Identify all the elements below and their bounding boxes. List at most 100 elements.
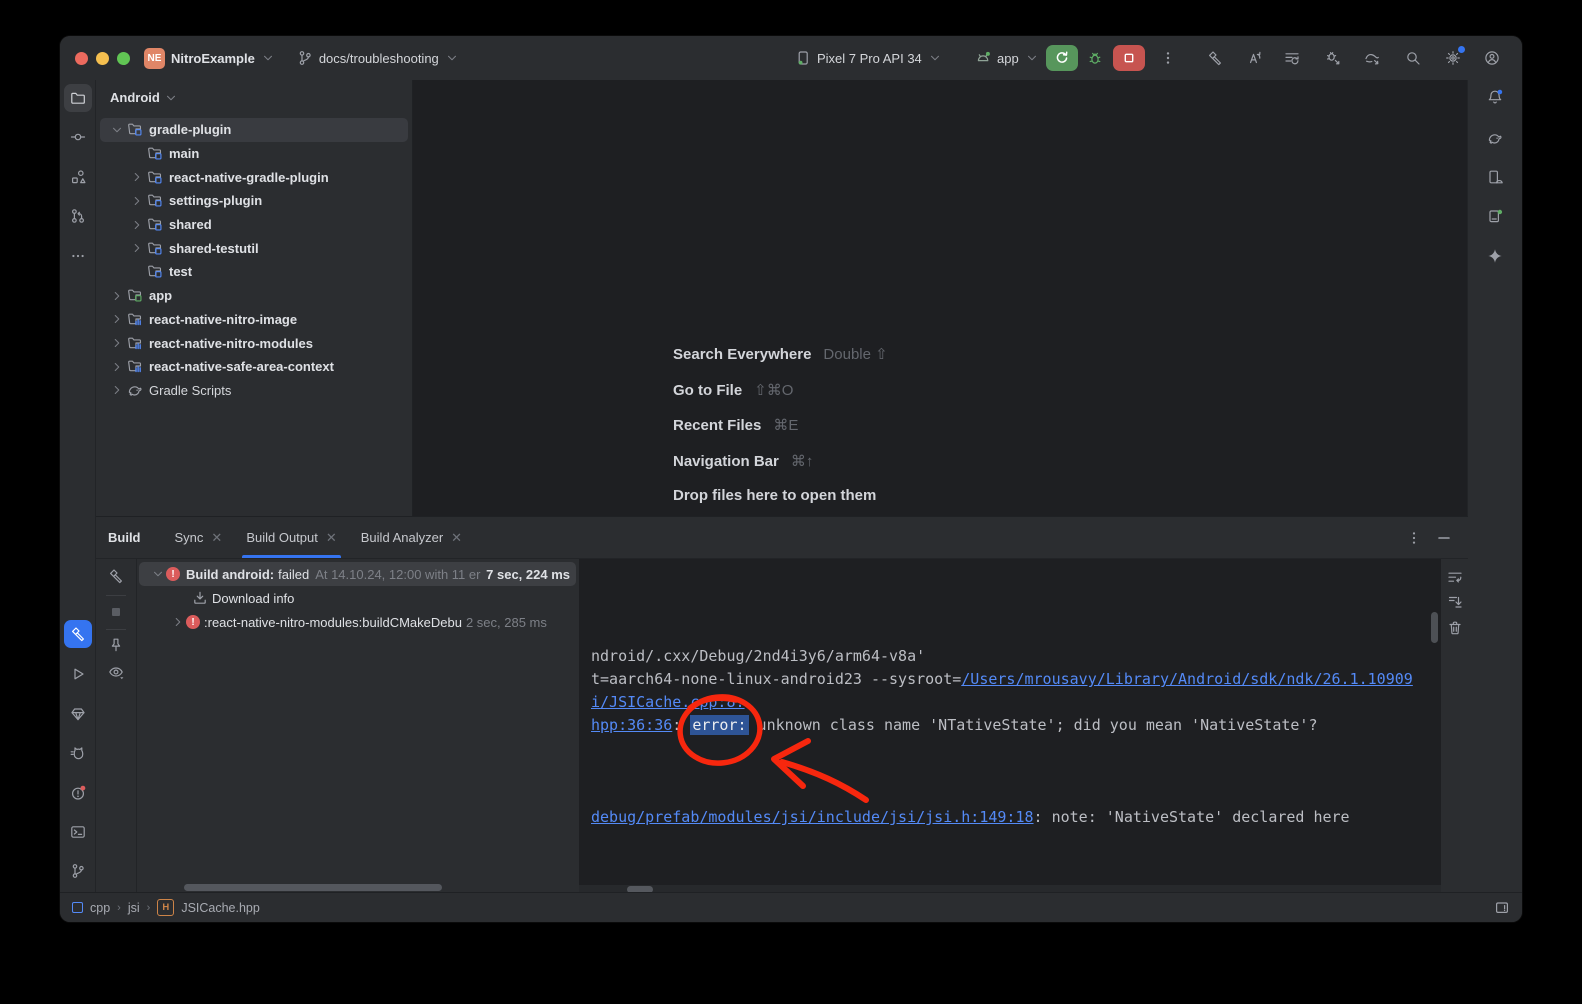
rerun-button[interactable] <box>1046 45 1078 71</box>
maximize-window-button[interactable] <box>117 52 130 65</box>
tab-build-analyzer[interactable]: Build Analyzer ✕ <box>349 517 474 558</box>
tree-item-settings-plugin[interactable]: settings-plugin <box>100 189 408 213</box>
clear-console-button[interactable] <box>1445 618 1465 638</box>
close-tab-icon[interactable]: ✕ <box>451 530 462 546</box>
running-devices-button[interactable] <box>1481 202 1509 230</box>
build-project-button[interactable] <box>1201 44 1229 72</box>
tool-structure-button[interactable] <box>64 163 92 191</box>
close-window-button[interactable] <box>75 52 88 65</box>
minimize-window-button[interactable] <box>96 52 109 65</box>
android-head-icon <box>975 50 991 66</box>
view-options-button[interactable] <box>103 659 129 685</box>
account-button[interactable] <box>1478 44 1506 72</box>
tree-item-shared[interactable]: shared <box>100 213 408 237</box>
debug-button[interactable] <box>1081 44 1109 72</box>
gradle-panel-button[interactable] <box>1481 124 1509 152</box>
branch-name: docs/troubleshooting <box>319 51 439 66</box>
rerun-build-button[interactable] <box>103 563 129 589</box>
download-info-row[interactable]: Download info <box>139 586 576 610</box>
chevron-down-icon <box>164 91 178 105</box>
toolbar-divider <box>106 595 126 596</box>
apply-changes-button[interactable] <box>1240 44 1268 72</box>
hide-panel-icon[interactable] <box>1436 530 1452 546</box>
tree-item-test[interactable]: test <box>100 260 408 284</box>
project-name: NitroExample <box>171 51 255 66</box>
tool-commit-button[interactable] <box>64 123 92 151</box>
profiler-icon <box>1364 50 1380 66</box>
chevron-right-icon <box>110 312 124 326</box>
event-log-button[interactable] <box>1494 900 1510 916</box>
build-header: Build Sync ✕ Build Output ✕ Build Analyz… <box>96 517 1468 559</box>
vcs-branch-widget[interactable]: docs/troubleshooting <box>297 50 459 66</box>
right-tool-strip <box>1467 80 1522 893</box>
tool-build-button[interactable] <box>64 620 92 648</box>
more-actions-button[interactable] <box>1154 44 1182 72</box>
build-toolbar <box>96 559 137 894</box>
tool-problems-button[interactable] <box>64 779 92 807</box>
sync-project-button[interactable] <box>1278 44 1306 72</box>
git-branch-icon <box>70 863 86 879</box>
commit-icon <box>70 129 86 145</box>
tree-item-gradle-plugin[interactable]: gradle-plugin <box>100 118 408 142</box>
settings-button[interactable] <box>1439 44 1467 72</box>
close-tab-icon[interactable]: ✕ <box>326 530 337 546</box>
file-link[interactable]: hpp:36:36 <box>591 716 672 734</box>
file-link[interactable]: /Users/mrousavy/Library/Android/sdk/ndk/… <box>961 670 1413 688</box>
header-file-icon: H <box>157 899 174 916</box>
tree-item-shared-testutil[interactable]: shared-testutil <box>100 236 408 260</box>
project-tree: gradle-plugin main react-native-gradle-p… <box>96 118 412 402</box>
console-line: ndroid/.cxx/Debug/2nd4i3y6/arm64-v8a' <box>591 645 1413 668</box>
file-link[interactable]: debug/prefab/modules/jsi/include/jsi/jsi… <box>591 808 1034 826</box>
tool-app-quality-insights-button[interactable] <box>64 700 92 728</box>
tool-run-button[interactable] <box>64 660 92 688</box>
tree-item-main[interactable]: main <box>100 142 408 166</box>
close-tab-icon[interactable]: ✕ <box>211 530 222 546</box>
soft-wrap-button[interactable] <box>1445 567 1465 587</box>
notifications-button[interactable] <box>1481 83 1509 111</box>
console-vertical-scrollbar[interactable] <box>1431 612 1438 643</box>
stop-build-button[interactable] <box>103 599 129 625</box>
scroll-to-end-button[interactable] <box>1445 592 1465 612</box>
build-console[interactable]: ndroid/.cxx/Debug/2nd4i3y6/arm64-v8a't=a… <box>579 559 1441 894</box>
shortcut-row: Search Everywhere Double ⇧ <box>673 345 888 381</box>
tool-more-button[interactable] <box>64 242 92 270</box>
tab-build-output[interactable]: Build Output ✕ <box>234 517 348 558</box>
profiler-button[interactable] <box>1358 44 1386 72</box>
build-result-row[interactable]: ! Build android: failed At 14.10.24, 12:… <box>139 562 576 586</box>
tree-horizontal-scrollbar[interactable] <box>184 884 442 891</box>
soft-wrap-icon <box>1447 569 1463 585</box>
project-widget[interactable]: NE NitroExample <box>144 48 275 69</box>
stop-square-icon <box>1121 50 1137 66</box>
tool-logcat-button[interactable] <box>64 739 92 767</box>
tab-sync[interactable]: Sync ✕ <box>163 517 235 558</box>
user-avatar-icon <box>1484 50 1500 66</box>
tree-item-gradle-scripts[interactable]: Gradle Scripts <box>100 379 408 403</box>
gemini-assistant-button[interactable] <box>1481 242 1509 270</box>
breadcrumb-cpp[interactable]: cpp <box>90 901 110 915</box>
breadcrumb-file[interactable]: JSICache.hpp <box>181 901 260 915</box>
failed-task-row[interactable]: ! :react-native-nitro-modules:buildCMake… <box>139 610 576 634</box>
device-selector[interactable]: Pixel 7 Pro API 34 <box>795 50 942 66</box>
breadcrumb-jsi[interactable]: jsi <box>128 901 140 915</box>
folder-icon <box>70 90 86 106</box>
project-view-selector[interactable]: Android <box>96 80 412 111</box>
problems-icon <box>70 785 86 801</box>
tree-item-react-native-safe-area-context[interactable]: react-native-safe-area-context <box>100 355 408 379</box>
tree-item-react-native-nitro-image[interactable]: react-native-nitro-image <box>100 308 408 332</box>
search-everywhere-button[interactable] <box>1399 44 1427 72</box>
tool-terminal-button[interactable] <box>64 818 92 846</box>
device-manager-button[interactable] <box>1481 163 1509 191</box>
chevron-right-icon <box>110 383 124 397</box>
tree-item-react-native-nitro-modules[interactable]: react-native-nitro-modules <box>100 331 408 355</box>
stop-button[interactable] <box>1113 45 1145 71</box>
attach-debugger-button[interactable] <box>1319 44 1347 72</box>
tree-item-react-native-gradle-plugin[interactable]: react-native-gradle-plugin <box>100 165 408 189</box>
tool-pull-requests-button[interactable] <box>64 202 92 230</box>
tool-project-button[interactable] <box>64 84 92 112</box>
tree-item-app[interactable]: app <box>100 284 408 308</box>
kebab-menu-icon[interactable] <box>1406 530 1422 546</box>
pin-tab-button[interactable] <box>103 632 129 658</box>
run-configuration-selector[interactable]: app <box>975 50 1039 66</box>
tool-version-control-button[interactable] <box>64 857 92 885</box>
file-link[interactable]: i/JSICache.cpp:8: <box>591 693 745 711</box>
